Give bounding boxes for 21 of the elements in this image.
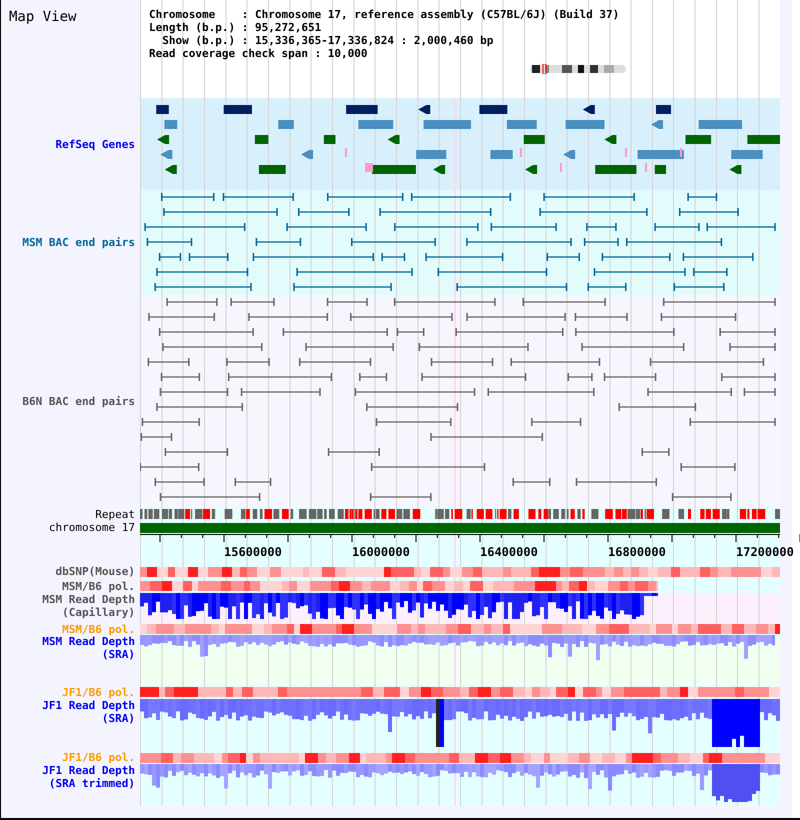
axis-tick-label: 16800000	[608, 545, 666, 559]
axis-tick-label: 16400000	[480, 545, 538, 559]
track-label: chromosome 17	[48, 521, 135, 534]
track-label: B6N BAC end pairs	[22, 394, 135, 408]
axis-tick-label: 15600000	[224, 545, 282, 559]
track-label: JF1/B6 pol.	[62, 751, 135, 764]
track-label: JF1 Read Depth (SRA)	[42, 699, 135, 725]
track-label: Repeat	[95, 508, 135, 520]
track-label: MSM Read Depth (Capillary)	[42, 593, 135, 619]
track-label: MSM Read Depth (SRA)	[42, 635, 135, 661]
track-label: JF1/B6 pol.	[62, 686, 135, 698]
track-label: MSM/B6 pol.	[62, 622, 135, 636]
track-label: RefSeq Genes	[56, 138, 135, 150]
track-label: dbSNP(Mouse)	[56, 565, 135, 578]
chromosome-info: Chromosome : Chromosome 17, reference assembly (C57BL/6J) (Build 37) Length (b.p.) : 95,272,651 Show (b.p.) : 15,336,365-17,336,824 : 2,000,460 bp Read coverage check span : 10,000	[148, 7, 620, 60]
track-label: JF1 Read Depth (SRA trimmed)	[42, 764, 135, 790]
axis-tick-label: 17200000	[736, 545, 794, 559]
track-label: MSM/B6 pol.	[62, 580, 135, 592]
view-title: Map View	[8, 8, 76, 25]
axis-tick-label: 16000000	[352, 545, 410, 559]
track-label: MSM BAC end pairs	[22, 236, 135, 249]
